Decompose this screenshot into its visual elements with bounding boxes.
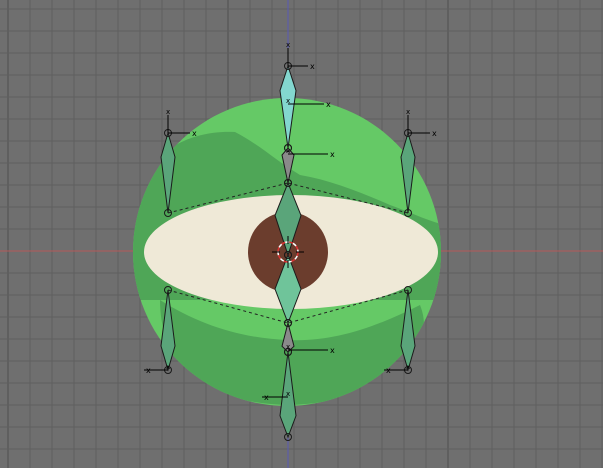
gizmo-axis-label: x: [386, 366, 391, 375]
gizmo-axis-label: x: [166, 363, 170, 371]
gizmo-axis-label: x: [286, 390, 290, 398]
gizmo-axis-label: x: [330, 150, 335, 159]
gizmo-top-tip: xx: [286, 41, 315, 71]
viewport-scene[interactable]: xxxxxxxxxxxxx x x xx x: [0, 0, 603, 468]
3d-viewport[interactable]: xxxxxxxxxxxxxxxxxx: [0, 0, 603, 468]
gizmo-axis-label: x: [264, 393, 269, 402]
gizmo-axis-label: x: [432, 129, 437, 138]
gizmo-axis-label: x: [310, 62, 315, 71]
gizmo-axis-label: x: [406, 363, 410, 371]
gizmo-upper-left: xx: [166, 108, 197, 138]
gizmo-axis-label: x: [166, 108, 170, 116]
gizmo-axis-label: x: [330, 346, 335, 355]
gizmo-axis-label: x: [286, 41, 290, 49]
gizmo-axis-label: x: [286, 97, 290, 105]
gizmo-axis-label: x: [286, 147, 290, 155]
gizmo-axis-label: x: [146, 366, 151, 375]
gizmo-upper-right: xx: [406, 108, 437, 138]
gizmo-axis-label: x: [406, 108, 410, 116]
gizmo-axis-label: x: [326, 100, 331, 109]
gizmo-axis-label: x: [286, 343, 290, 351]
gizmo-axis-label: x: [192, 129, 197, 138]
